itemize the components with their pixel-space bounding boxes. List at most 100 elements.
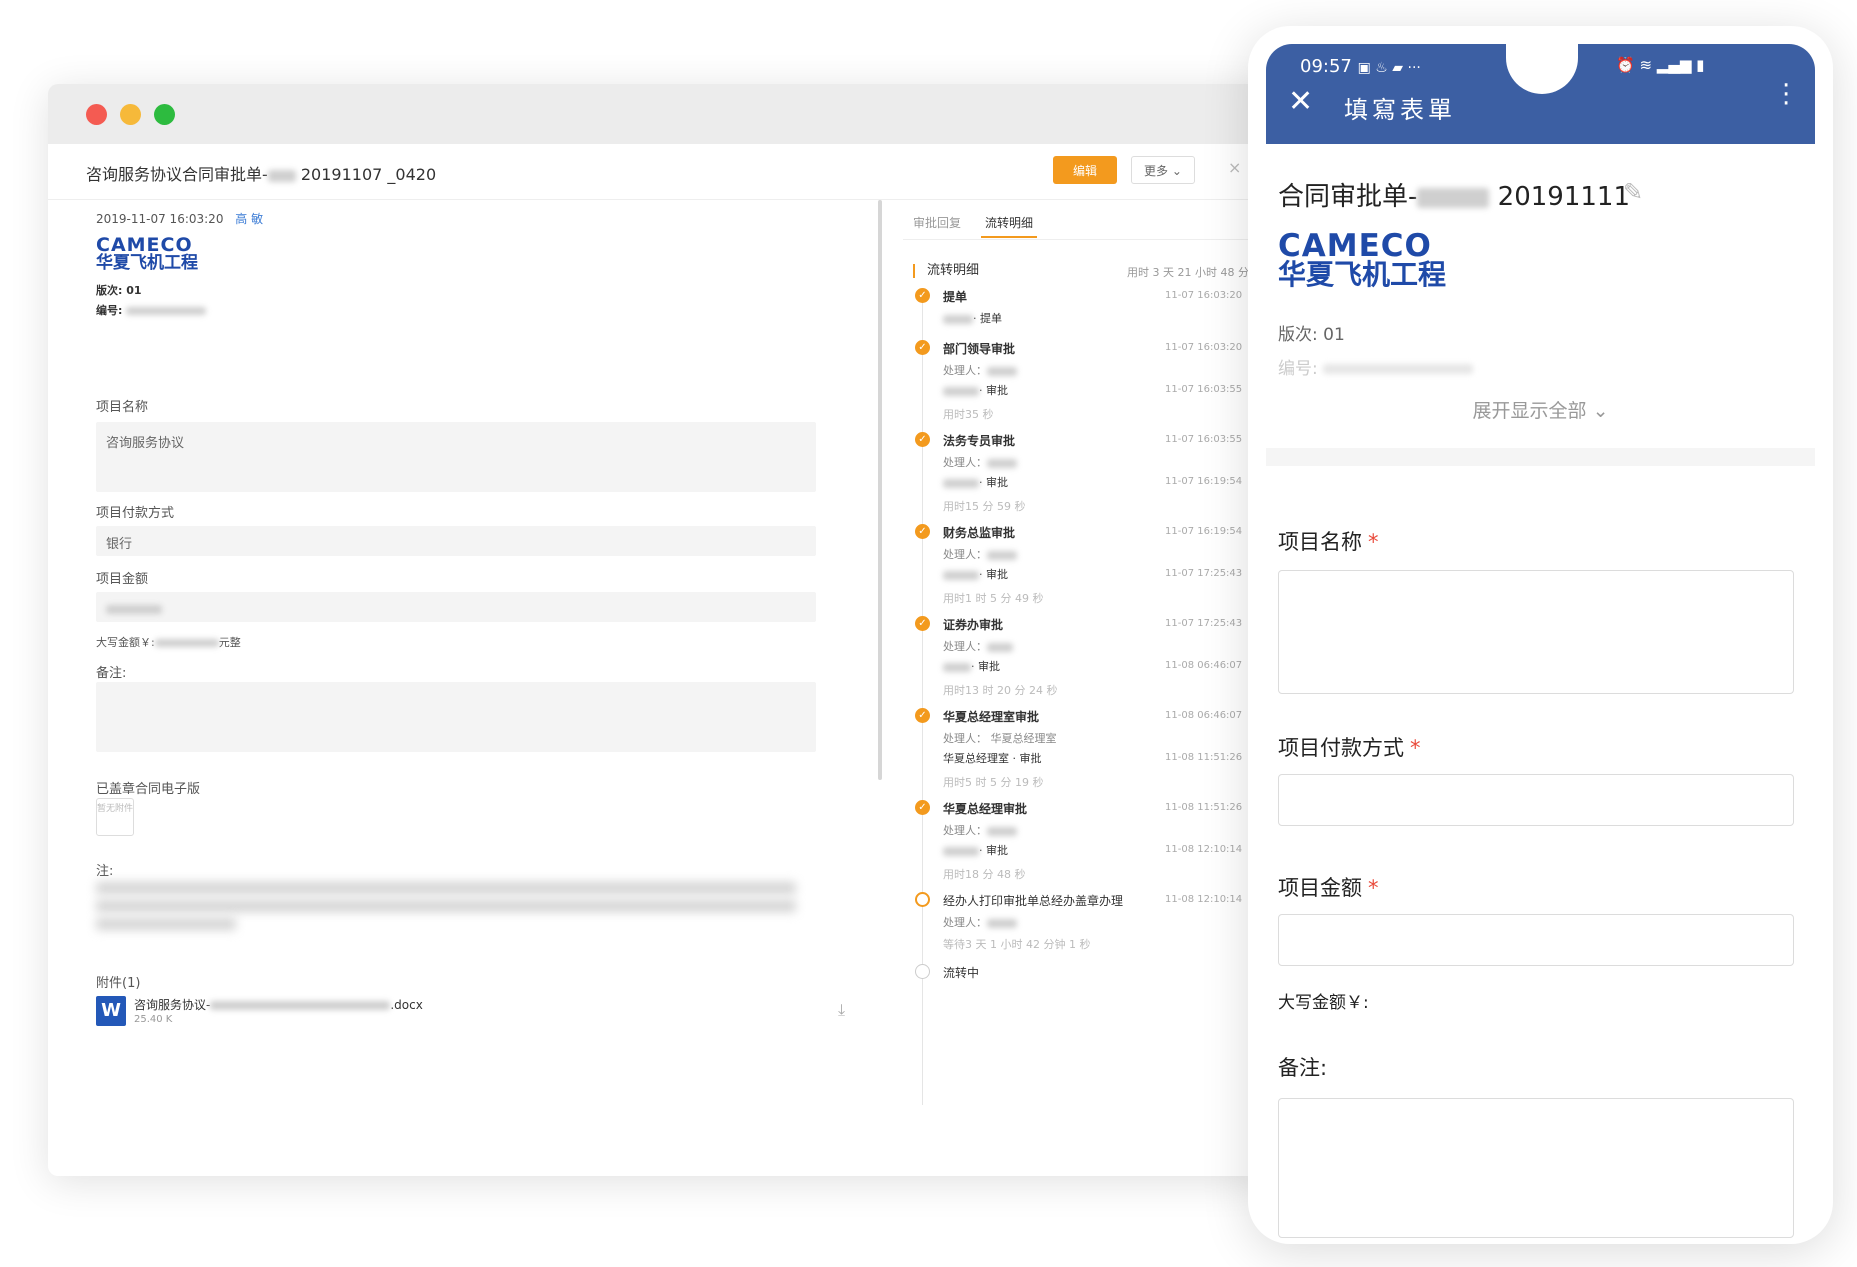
- form-scrollbar[interactable]: [878, 200, 882, 780]
- field-label-text: 项目名称: [1278, 530, 1362, 554]
- flow-tabs: 审批回复 流转明细: [903, 200, 1268, 240]
- step-action-text: · 审批: [971, 660, 1000, 673]
- field-label-payment-method: 项目付款方式: [96, 506, 175, 521]
- field-amount: [96, 592, 816, 622]
- redacted-person: [943, 314, 973, 324]
- window-maximize-dot[interactable]: [154, 104, 175, 125]
- word-doc-icon: W: [96, 996, 126, 1026]
- step-action: · 提单: [943, 310, 1002, 326]
- step-handler-label: 处理人：: [943, 640, 987, 653]
- more-button[interactable]: 更多 ⌄: [1131, 156, 1195, 184]
- step-handler-label: 处理人：: [943, 916, 987, 929]
- app-bar-title: 填寫表單: [1344, 96, 1456, 124]
- step-inactive-icon: [915, 964, 930, 979]
- file-ext: .docx: [390, 998, 423, 1012]
- form-version: 版次: 01: [1278, 325, 1345, 345]
- amount-upper-suffix: 元整: [218, 636, 241, 649]
- phone-notch: [1506, 42, 1578, 94]
- tab-approval-reply[interactable]: 审批回复: [913, 214, 961, 231]
- attachment-file-name[interactable]: 咨询服务协议- .docx: [134, 996, 423, 1013]
- step-handler-label: 处理人：: [943, 548, 987, 561]
- field-label-payment-method: 项目付款方式 *: [1278, 732, 1421, 762]
- download-icon[interactable]: ⤓: [838, 1000, 845, 1020]
- step-name: 法务专员审批: [943, 434, 1016, 448]
- stage: 咨询服务协议合同审批单- 20191107 _0420 编辑 更多 ⌄ × 20…: [0, 0, 1857, 1267]
- form-timestamp: 2019-11-07 16:03:20: [96, 212, 224, 226]
- document-title-text: 咨询服务协议合同审批单-: [86, 165, 268, 184]
- window-minimize-dot[interactable]: [120, 104, 141, 125]
- edit-button[interactable]: 编辑: [1053, 156, 1117, 184]
- step-action-text: · 提单: [973, 312, 1002, 325]
- document-header: 咨询服务协议合同审批单- 20191107 _0420 编辑 更多 ⌄ ×: [48, 144, 1268, 200]
- sealed-contract-label: 已盖章合同电子版: [96, 782, 201, 797]
- close-icon[interactable]: ×: [1228, 158, 1241, 177]
- redacted-person: [987, 458, 1017, 468]
- active-tab-underline: [981, 236, 1037, 238]
- redacted-person: [987, 826, 1017, 836]
- redacted-note-line: [96, 918, 236, 930]
- amount-input[interactable]: [1278, 914, 1794, 966]
- remark-label: 备注:: [1278, 1056, 1328, 1080]
- form-version: 版次: 01: [96, 284, 142, 297]
- step-duration: 用时1 时 5 分 49 秒: [943, 592, 1044, 605]
- form-code-label: 编号:: [1278, 359, 1318, 379]
- edit-icon[interactable]: ✎: [1623, 178, 1643, 206]
- document-title: 咨询服务协议合同审批单- 20191107 _0420: [86, 161, 436, 185]
- amount-upper-label: 大写金额￥:: [96, 636, 155, 649]
- redacted-note-line: [96, 882, 796, 894]
- payment-method-input[interactable]: [1278, 774, 1794, 826]
- step-action: · 审批: [943, 474, 1008, 490]
- field-label-remark: 备注:: [96, 666, 127, 681]
- redacted-amount: [106, 605, 162, 614]
- chevron-down-icon: ⌄: [1171, 163, 1182, 178]
- step-done-icon: ✓: [915, 708, 930, 723]
- step-handler: 处理人：: [943, 362, 1017, 378]
- form-title-suffix: 20191111: [1497, 182, 1630, 212]
- tab-flow-detail[interactable]: 流转明细: [985, 214, 1033, 231]
- step-duration: 等待3 天 1 小时 42 分钟 1 秒: [943, 938, 1091, 951]
- step-done-icon: ✓: [915, 432, 930, 447]
- document-title-suffix: 20191107 _0420: [300, 165, 437, 184]
- form-code: 编号:: [96, 302, 207, 318]
- redacted-person: [987, 918, 1017, 928]
- expand-all-toggle[interactable]: 展开显示全部 ⌄: [1266, 396, 1815, 423]
- more-button-label: 更多: [1144, 163, 1169, 178]
- phone-app-bar: 09:57 ▣ ♨ ▰ ··· ⏰ ≋ ▂▄▆ ▮ ✕ 填寫表單 · · ·: [1266, 42, 1815, 144]
- redacted-amount-upper: [154, 639, 219, 647]
- step-action-text: · 审批: [979, 476, 1008, 489]
- attachment-file-size: 25.40 K: [134, 1014, 173, 1025]
- redacted-person: [943, 570, 979, 580]
- step-done-icon: ✓: [915, 616, 930, 631]
- step-action: · 审批: [943, 382, 1008, 398]
- field-label-text: 项目付款方式: [1278, 736, 1404, 760]
- window-close-dot[interactable]: [86, 104, 107, 125]
- status-icons-right: ⏰ ≋ ▂▄▆ ▮: [1616, 56, 1705, 74]
- amount-upper: 大写金额￥: 元整: [96, 634, 241, 650]
- step-done-icon: ✓: [915, 288, 930, 303]
- form-title: 合同审批单- 20191111: [1278, 176, 1630, 213]
- note-label: 注:: [96, 864, 114, 879]
- step-handler: 处理人：: [943, 822, 1017, 838]
- status-icons-left: ▣ ♨ ▰ ···: [1357, 60, 1421, 76]
- step-name: 华夏总经理审批: [943, 802, 1028, 816]
- required-mark: *: [1368, 530, 1379, 554]
- redacted-person: [987, 642, 1013, 652]
- redacted-person: [987, 550, 1017, 560]
- form-title-prefix: 合同审批单-: [1278, 182, 1418, 212]
- redacted-person: [943, 662, 971, 672]
- step-handler-label: 处理人：: [943, 456, 987, 469]
- form-code: 编号:: [1278, 354, 1474, 379]
- field-project-name: 咨询服务协议: [96, 422, 816, 492]
- remark-input[interactable]: [1278, 1098, 1794, 1238]
- form-author[interactable]: 高 敏: [235, 212, 263, 226]
- redacted-person: [943, 386, 979, 396]
- required-mark: *: [1368, 876, 1379, 900]
- section-divider: [1266, 448, 1815, 466]
- step-action: 华夏总经理室 · 审批: [943, 750, 1042, 766]
- more-vertical-icon[interactable]: · · ·: [1782, 73, 1790, 117]
- redacted-name: [1417, 187, 1490, 208]
- status-time-text: 09:57: [1300, 56, 1352, 77]
- close-icon[interactable]: ✕: [1288, 84, 1313, 119]
- project-name-input[interactable]: [1278, 570, 1794, 694]
- no-attachment-placeholder: 暂无附件: [96, 798, 134, 836]
